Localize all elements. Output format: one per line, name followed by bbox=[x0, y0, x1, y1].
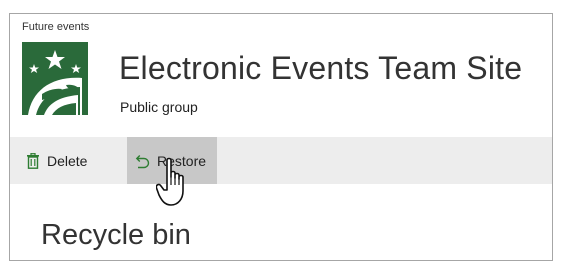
delete-label: Delete bbox=[47, 152, 88, 169]
hand-pointer-cursor-icon bbox=[156, 157, 184, 206]
undo-arrow-icon bbox=[135, 154, 150, 168]
globe-stars-logo-icon bbox=[22, 42, 88, 115]
site-title[interactable]: Electronic Events Team Site bbox=[119, 50, 522, 87]
command-bar: Delete Restore bbox=[10, 137, 552, 184]
site-subtitle: Public group bbox=[120, 99, 198, 115]
page-title: Recycle bin bbox=[41, 219, 191, 251]
trash-icon bbox=[27, 152, 39, 169]
site-window: Future events Electronic Events Team Sit… bbox=[9, 13, 553, 261]
site-logo[interactable] bbox=[22, 42, 88, 115]
delete-button[interactable]: Delete bbox=[26, 137, 87, 184]
breadcrumb[interactable]: Future events bbox=[22, 21, 89, 33]
